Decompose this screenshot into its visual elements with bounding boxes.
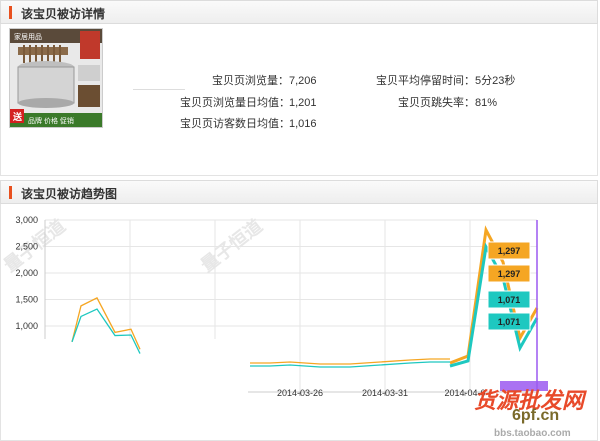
divider-line — [133, 89, 185, 90]
x-tick-label: 2014-03-26 — [277, 388, 323, 398]
stat-label: 宝贝页浏览量日均值： — [180, 97, 290, 109]
data-label-text: 1,297 — [498, 269, 521, 279]
stat-page-views-daily-avg: 宝贝页浏览量日均值：1,201 — [180, 94, 317, 110]
product-image-icon: 家居用品 品牌 价格 促销 送 — [10, 29, 102, 127]
data-label: 1,297 — [487, 241, 531, 260]
stat-label: 宝贝页浏览量： — [212, 75, 289, 87]
product-image-badge: 送 — [12, 111, 23, 122]
stat-bounce-rate: 宝贝页跳失率：81% — [368, 94, 497, 110]
stat-label: 宝贝页跳失率： — [398, 97, 475, 109]
product-image-top-label: 家居用品 — [14, 32, 42, 41]
y-tick-label: 1,500 — [15, 295, 38, 305]
stat-page-views: 宝贝页浏览量：7,206 — [200, 72, 317, 88]
detail-panel-title: 该宝贝被访详情 — [21, 7, 106, 21]
stat-value: 7,206 — [289, 75, 317, 87]
watermark-site-text: 6pf.cn — [512, 407, 560, 424]
detail-panel-header: 该宝贝被访详情 — [0, 0, 598, 24]
y-tick-label: 1,000 — [15, 321, 38, 331]
stat-label: 宝贝页访客数日均值： — [180, 118, 290, 130]
data-label: 1,071 — [487, 312, 531, 331]
data-label: 1,071 — [487, 290, 531, 309]
header-accent-bar — [9, 6, 12, 19]
occluded-region — [40, 339, 248, 429]
product-image-banner: 品牌 价格 促销 — [28, 116, 74, 125]
detail-panel: 该宝贝被访详情 家居用品 品牌 价格 促销 送 宝贝页浏览量：7,206 宝贝页… — [0, 0, 600, 176]
stat-avg-stay-time: 宝贝平均停留时间：5分23秒 — [368, 72, 515, 88]
data-label-text: 1,071 — [498, 295, 521, 305]
y-tick-label: 2,500 — [15, 242, 38, 252]
stat-value: 5分23秒 — [475, 75, 516, 87]
stat-value: 1,016 — [289, 118, 317, 130]
stat-label: 宝贝平均停留时间： — [376, 75, 475, 87]
x-tick-label: 2014-03-31 — [362, 388, 408, 398]
data-label: 1,297 — [487, 264, 531, 283]
y-tick-label: 2,000 — [15, 268, 38, 278]
data-label-text: 1,297 — [498, 246, 521, 256]
y-tick-label: 3,000 — [15, 215, 38, 225]
series-line-middle — [250, 358, 450, 365]
watermark-site-text: bbs.taobao.com — [494, 428, 571, 439]
product-thumbnail[interactable]: 家居用品 品牌 价格 促销 送 — [9, 28, 103, 128]
stat-value: 81% — [475, 97, 498, 109]
stat-value: 1,201 — [289, 97, 317, 109]
data-label-text: 1,071 — [498, 317, 521, 327]
stat-visitors-daily-avg: 宝贝页访客数日均值：1,016 — [180, 115, 317, 131]
